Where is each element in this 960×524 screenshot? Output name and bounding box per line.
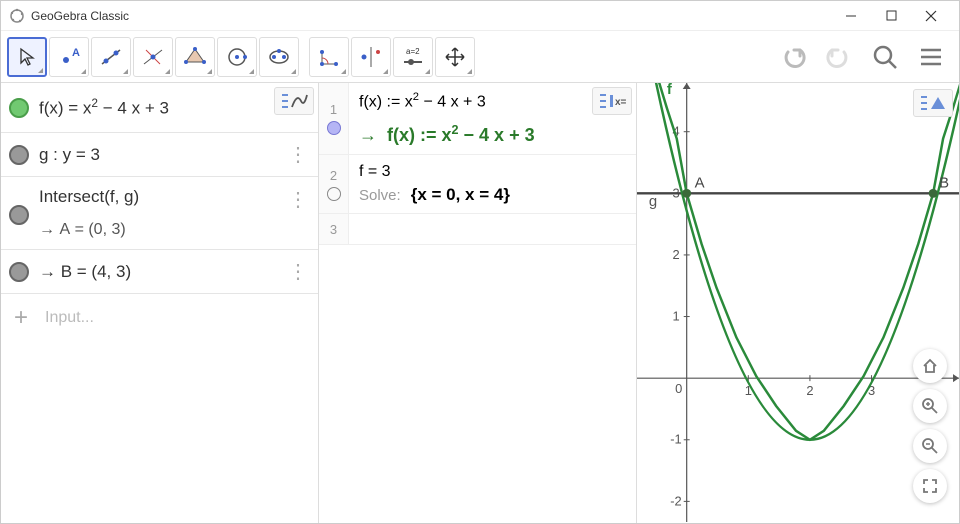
toolbar: A a=2 — [1, 31, 959, 83]
tool-perpendicular[interactable] — [133, 37, 173, 77]
window-title: GeoGebra Classic — [31, 9, 129, 23]
graphics-options-button[interactable] — [913, 89, 953, 117]
tool-circle[interactable] — [217, 37, 257, 77]
svg-text:-1: -1 — [670, 432, 681, 447]
more-icon[interactable]: ⋮ — [286, 187, 310, 212]
close-button[interactable] — [911, 2, 951, 30]
expression: f(x) = x2 − 4 x + 3 — [39, 96, 268, 119]
cas-options-button[interactable]: x= — [592, 87, 632, 115]
label-g: g — [649, 194, 657, 210]
svg-text:2: 2 — [806, 383, 813, 398]
more-icon[interactable]: ⋮ — [286, 259, 310, 284]
algebra-row[interactable]: Intersect(f, g) → A = (0, 3) ⋮ — [1, 177, 318, 250]
algebra-row[interactable]: g : y = 3 ⋮ — [1, 133, 318, 177]
algebra-panel: f(x) = x2 − 4 x + 3 g : y = 3 ⋮ Intersec… — [1, 83, 319, 523]
point-A[interactable] — [682, 189, 691, 198]
search-button[interactable] — [863, 35, 907, 79]
algebra-options-button[interactable] — [274, 87, 314, 115]
visibility-toggle[interactable] — [9, 205, 29, 225]
label-f: f — [667, 83, 672, 98]
algebra-input-row[interactable]: + Input... — [1, 294, 318, 342]
cas-content: f = 3 Solve: {x = 0, x = 4} — [349, 155, 636, 213]
more-icon[interactable]: ⋮ — [286, 142, 310, 167]
plus-icon: + — [11, 304, 31, 332]
label-A: A — [695, 175, 705, 191]
visibility-toggle[interactable] — [9, 262, 29, 282]
graphics-panel[interactable]: 0 1 2 3 1 2 3 4 -1 -2 — [637, 83, 959, 523]
expression: g : y = 3 — [39, 145, 276, 165]
algebra-row[interactable]: f(x) = x2 − 4 x + 3 — [1, 83, 318, 133]
label-B: B — [939, 175, 949, 191]
cas-visibility-toggle[interactable] — [327, 187, 341, 201]
tool-move-view[interactable] — [435, 37, 475, 77]
tool-polygon[interactable] — [175, 37, 215, 77]
tool-ellipse[interactable] — [259, 37, 299, 77]
undo-button[interactable] — [771, 35, 815, 79]
visibility-toggle[interactable] — [9, 98, 29, 118]
titlebar: GeoGebra Classic — [1, 1, 959, 31]
cas-content[interactable] — [349, 214, 636, 244]
tool-line[interactable] — [91, 37, 131, 77]
app-icon — [9, 8, 25, 24]
cas-row[interactable]: 2 f = 3 Solve: {x = 0, x = 4} — [319, 155, 636, 214]
expression: Intersect(f, g) → A = (0, 3) — [39, 187, 276, 239]
svg-text:2: 2 — [673, 247, 680, 262]
cas-row-number: 2 — [319, 155, 349, 213]
svg-text:A: A — [72, 47, 80, 59]
cas-row[interactable]: 3 — [319, 214, 636, 245]
svg-text:x=: x= — [615, 97, 627, 108]
tool-angle[interactable] — [309, 37, 349, 77]
tool-point[interactable]: A — [49, 37, 89, 77]
svg-text:a=2: a=2 — [406, 47, 420, 56]
menu-button[interactable] — [909, 35, 953, 79]
home-button[interactable] — [913, 349, 947, 383]
zoom-out-button[interactable] — [913, 429, 947, 463]
minimize-button[interactable] — [831, 2, 871, 30]
cas-row-number: 1 — [319, 83, 349, 154]
fullscreen-button[interactable] — [913, 469, 947, 503]
cas-row[interactable]: 1 f(x) := x2 − 4 x + 3 → f(x) := x2 − 4 … — [319, 83, 636, 155]
tool-move[interactable] — [7, 37, 47, 77]
graph-canvas[interactable]: 0 1 2 3 1 2 3 4 -1 -2 — [637, 83, 959, 522]
algebra-row[interactable]: → B = (4, 3) ⋮ — [1, 250, 318, 294]
tool-slider[interactable]: a=2 — [393, 37, 433, 77]
svg-text:-2: -2 — [670, 493, 681, 508]
visibility-toggle[interactable] — [9, 145, 29, 165]
main-area: f(x) = x2 − 4 x + 3 g : y = 3 ⋮ Intersec… — [1, 83, 959, 523]
cas-panel: 1 f(x) := x2 − 4 x + 3 → f(x) := x2 − 4 … — [319, 83, 637, 523]
tool-reflect[interactable] — [351, 37, 391, 77]
algebra-input[interactable]: Input... — [45, 309, 94, 327]
expression: → B = (4, 3) — [39, 262, 276, 282]
cas-visibility-toggle[interactable] — [327, 121, 341, 135]
solve-result: {x = 0, x = 4} — [411, 185, 510, 205]
redo-button[interactable] — [817, 35, 861, 79]
maximize-button[interactable] — [871, 2, 911, 30]
solve-label: Solve: — [359, 187, 401, 204]
svg-text:0: 0 — [675, 381, 682, 396]
zoom-in-button[interactable] — [913, 389, 947, 423]
svg-text:1: 1 — [673, 309, 680, 324]
cas-row-number: 3 — [319, 214, 349, 244]
point-B[interactable] — [929, 189, 938, 198]
